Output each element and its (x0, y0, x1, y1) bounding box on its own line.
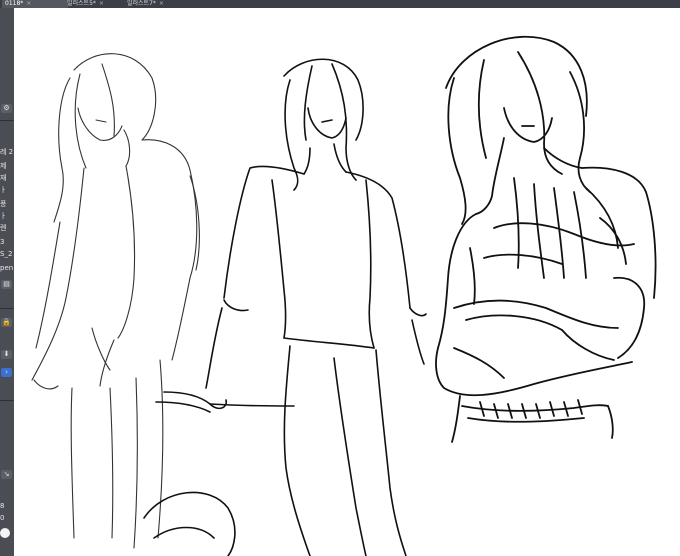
panel-item[interactable]: 제 (0, 162, 14, 171)
panel-item[interactable]: S_2 (0, 250, 14, 259)
panel-item[interactable]: 레 2 (0, 148, 14, 157)
panel-item[interactable]: 재 (0, 174, 14, 183)
panel-divider (0, 400, 14, 401)
arrow-down-icon[interactable]: ⬇ (1, 350, 12, 359)
brush-size-value: 0 (0, 514, 5, 522)
tab-0118[interactable]: 0118* × (2, 0, 68, 8)
close-icon[interactable]: × (99, 0, 104, 7)
tab-label: 일러스트7* (127, 0, 156, 7)
panel-item[interactable]: ㅏ (0, 186, 14, 195)
drawing-canvas[interactable] (14, 8, 680, 556)
panel-item[interactable]: ㅏ (0, 212, 14, 221)
lock-icon[interactable]: 🔒 (1, 318, 12, 327)
tab-label: 0118* (5, 0, 24, 7)
panel-item[interactable]: pen (0, 264, 14, 273)
panel-item[interactable]: 3 (0, 238, 14, 247)
figure-left-sketch (31, 53, 200, 549)
brush-size-icon[interactable] (0, 528, 10, 538)
left-tool-panel: ⚙ 레 2 제 재 ㅏ 풍 ㅏ 렌 3 S_2 pen ▤ 🔒 ⬇ › ↘ 8 … (0, 8, 14, 556)
sketch-artwork (31, 35, 657, 556)
close-icon[interactable]: × (26, 0, 31, 7)
panel-item[interactable]: 풍 (0, 200, 14, 209)
tool-icon[interactable]: ↘ (1, 470, 12, 479)
arrow-right-icon[interactable]: › (1, 368, 12, 377)
settings-icon[interactable]: ⚙ (1, 104, 12, 113)
tab-illust7[interactable]: 일러스트7* × (124, 0, 188, 8)
panel-item[interactable]: 렌 (0, 224, 14, 233)
layer-icon[interactable]: ▤ (1, 280, 12, 289)
tab-label: 일러스트5* (67, 0, 96, 7)
figure-middle-sketch (143, 58, 427, 556)
panel-divider (0, 120, 14, 121)
document-tab-bar: 0118* × 일러스트5* × 일러스트7* × (0, 0, 680, 8)
close-icon[interactable]: × (159, 0, 164, 7)
figure-right-sketch (435, 35, 657, 443)
tab-illust5[interactable]: 일러스트5* × (64, 0, 128, 8)
panel-divider (0, 308, 14, 309)
brush-size-value: 8 (0, 502, 5, 510)
